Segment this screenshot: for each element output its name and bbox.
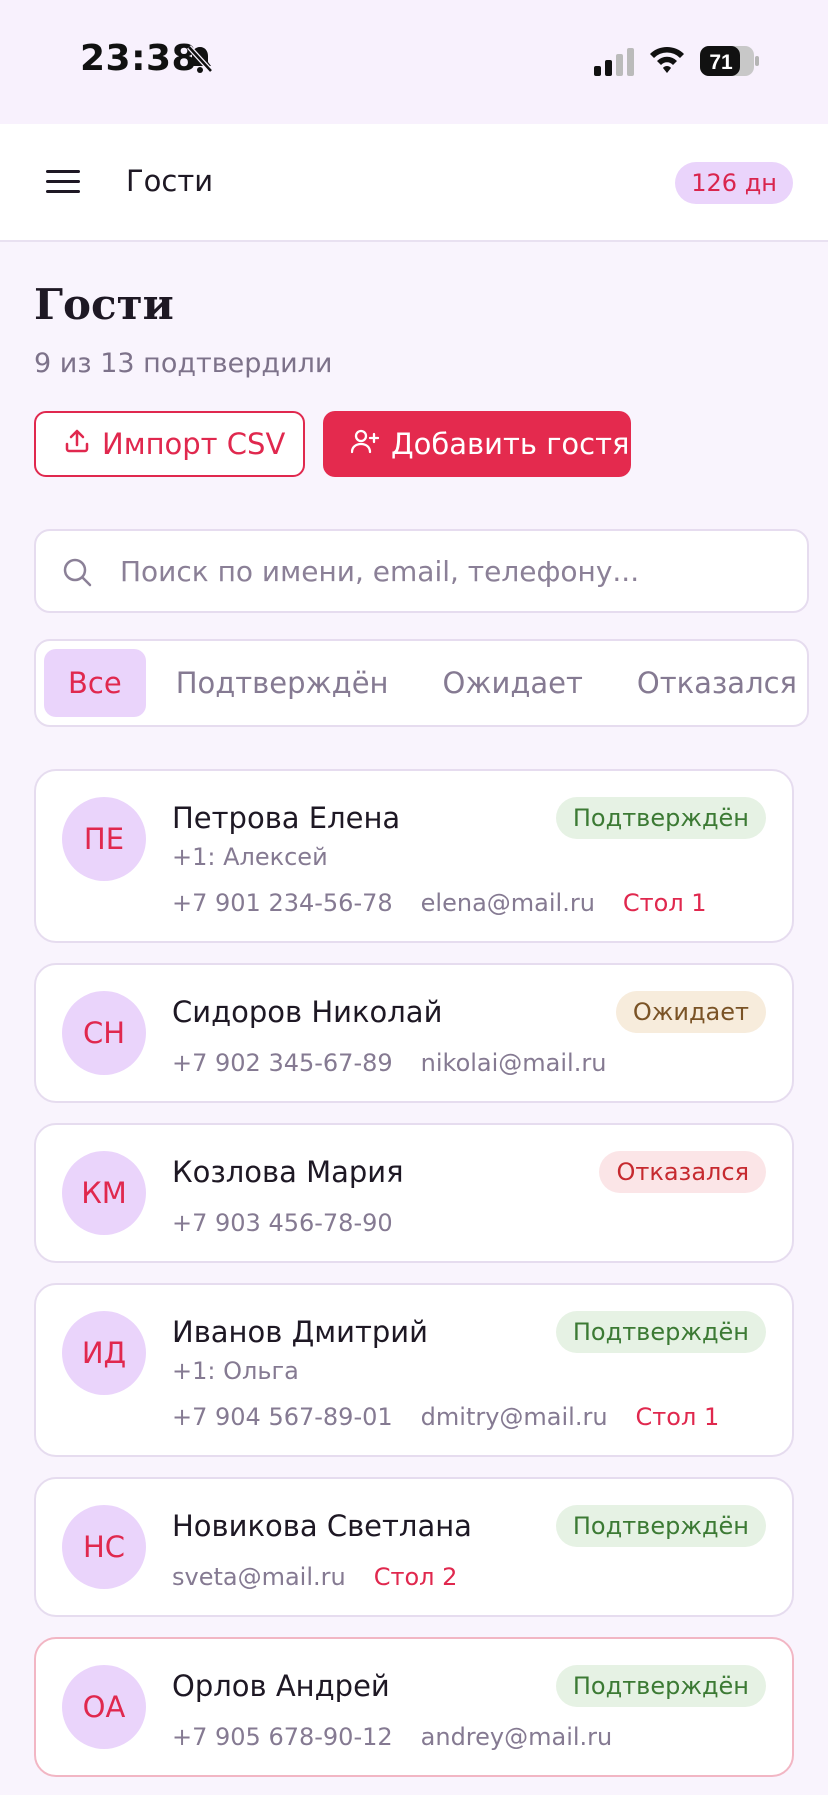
guest-meta: +7 902 345-67-89 nikolai@mail.ru xyxy=(172,1049,606,1077)
status-bar: 23:38 71 xyxy=(0,0,828,124)
search-icon xyxy=(62,557,92,591)
battery-icon: 71 xyxy=(700,46,760,80)
battery-level: 71 xyxy=(709,51,733,74)
guest-card[interactable]: НС Новикова Светлана Подтверждён sveta@m… xyxy=(34,1477,794,1617)
status-badge: Подтверждён xyxy=(555,1665,766,1707)
cellular-signal-icon xyxy=(594,48,636,80)
header-title: Гости xyxy=(126,164,214,198)
search-input[interactable] xyxy=(120,531,790,611)
page-title: Гости xyxy=(34,280,174,329)
guest-card[interactable]: КМ Козлова Мария Отказался +7 903 456-78… xyxy=(34,1123,794,1263)
status-time: 23:38 xyxy=(80,38,198,79)
guest-table: Стол 1 xyxy=(622,889,707,917)
avatar: ОА xyxy=(62,1665,146,1749)
filter-tab-all[interactable]: Все xyxy=(44,649,146,717)
guest-email: andrey@mail.ru xyxy=(420,1723,613,1751)
status-badge: Подтверждён xyxy=(555,1505,766,1547)
avatar: ПЕ xyxy=(62,797,146,881)
filter-tab-declined[interactable]: Отказался xyxy=(613,649,821,717)
guest-email: dmitry@mail.ru xyxy=(420,1403,608,1431)
user-plus-icon xyxy=(350,427,380,461)
guest-table: Стол 2 xyxy=(373,1563,458,1591)
menu-icon[interactable] xyxy=(46,168,80,200)
avatar: ИД xyxy=(62,1311,146,1395)
guest-email: elena@mail.ru xyxy=(420,889,595,917)
guest-name: Сидоров Николай xyxy=(172,995,443,1029)
upload-icon xyxy=(64,427,90,461)
guest-phone: +7 902 345-67-89 xyxy=(172,1049,393,1077)
guest-phone: +7 901 234-56-78 xyxy=(172,889,393,917)
guest-name: Иванов Дмитрий xyxy=(172,1315,428,1349)
wifi-icon xyxy=(648,44,686,78)
guest-phone: +7 903 456-78-90 xyxy=(172,1209,393,1237)
add-guest-label: Добавить гостя xyxy=(391,427,630,461)
status-filter-tabs: Все Подтверждён Ожидает Отказался xyxy=(34,639,809,727)
guest-card[interactable]: ОА Орлов Андрей Подтверждён +7 905 678-9… xyxy=(34,1637,794,1777)
status-badge: Подтверждён xyxy=(555,797,766,839)
plus-one: +1: Ольга xyxy=(172,1357,299,1385)
status-badge: Отказался xyxy=(599,1151,766,1193)
status-badge: Подтверждён xyxy=(555,1311,766,1353)
add-guest-button[interactable]: Добавить гостя xyxy=(323,411,631,477)
plus-one: +1: Алексей xyxy=(172,843,328,871)
guest-name: Петрова Елена xyxy=(172,801,401,835)
guest-card[interactable]: ИД Иванов Дмитрий Подтверждён +1: Ольга … xyxy=(34,1283,794,1457)
guest-email: sveta@mail.ru xyxy=(172,1563,346,1591)
search-box xyxy=(34,529,809,613)
guest-name: Козлова Мария xyxy=(172,1155,404,1189)
bell-muted-icon xyxy=(186,44,214,78)
avatar: НС xyxy=(62,1505,146,1589)
import-csv-button[interactable]: Импорт CSV xyxy=(34,411,305,477)
status-badge: Ожидает xyxy=(615,991,766,1033)
import-csv-label: Импорт CSV xyxy=(102,427,286,461)
guest-email: nikolai@mail.ru xyxy=(420,1049,607,1077)
guest-meta: +7 905 678-90-12 andrey@mail.ru xyxy=(172,1723,612,1751)
guest-phone: +7 904 567-89-01 xyxy=(172,1403,393,1431)
guest-meta: +7 904 567-89-01 dmitry@mail.ru Стол 1 xyxy=(172,1403,719,1431)
filter-tab-confirmed[interactable]: Подтверждён xyxy=(152,649,413,717)
guest-card[interactable]: ПЕ Петрова Елена Подтверждён +1: Алексей… xyxy=(34,769,794,943)
guest-card[interactable]: СН Сидоров Николай Ожидает +7 902 345-67… xyxy=(34,963,794,1103)
avatar: СН xyxy=(62,991,146,1075)
guest-table: Стол 1 xyxy=(635,1403,720,1431)
days-left-badge: 126 дн xyxy=(675,162,793,204)
filter-tab-waiting[interactable]: Ожидает xyxy=(419,649,607,717)
guest-meta: sveta@mail.ru Стол 2 xyxy=(172,1563,457,1591)
guest-name: Орлов Андрей xyxy=(172,1669,390,1703)
app-header: Гости 126 дн xyxy=(0,124,828,242)
guest-meta: +7 903 456-78-90 xyxy=(172,1209,393,1237)
guest-phone: +7 905 678-90-12 xyxy=(172,1723,393,1751)
confirmed-count: 9 из 13 подтвердили xyxy=(34,348,333,379)
guest-meta: +7 901 234-56-78 elena@mail.ru Стол 1 xyxy=(172,889,707,917)
avatar: КМ xyxy=(62,1151,146,1235)
guest-name: Новикова Светлана xyxy=(172,1509,472,1543)
